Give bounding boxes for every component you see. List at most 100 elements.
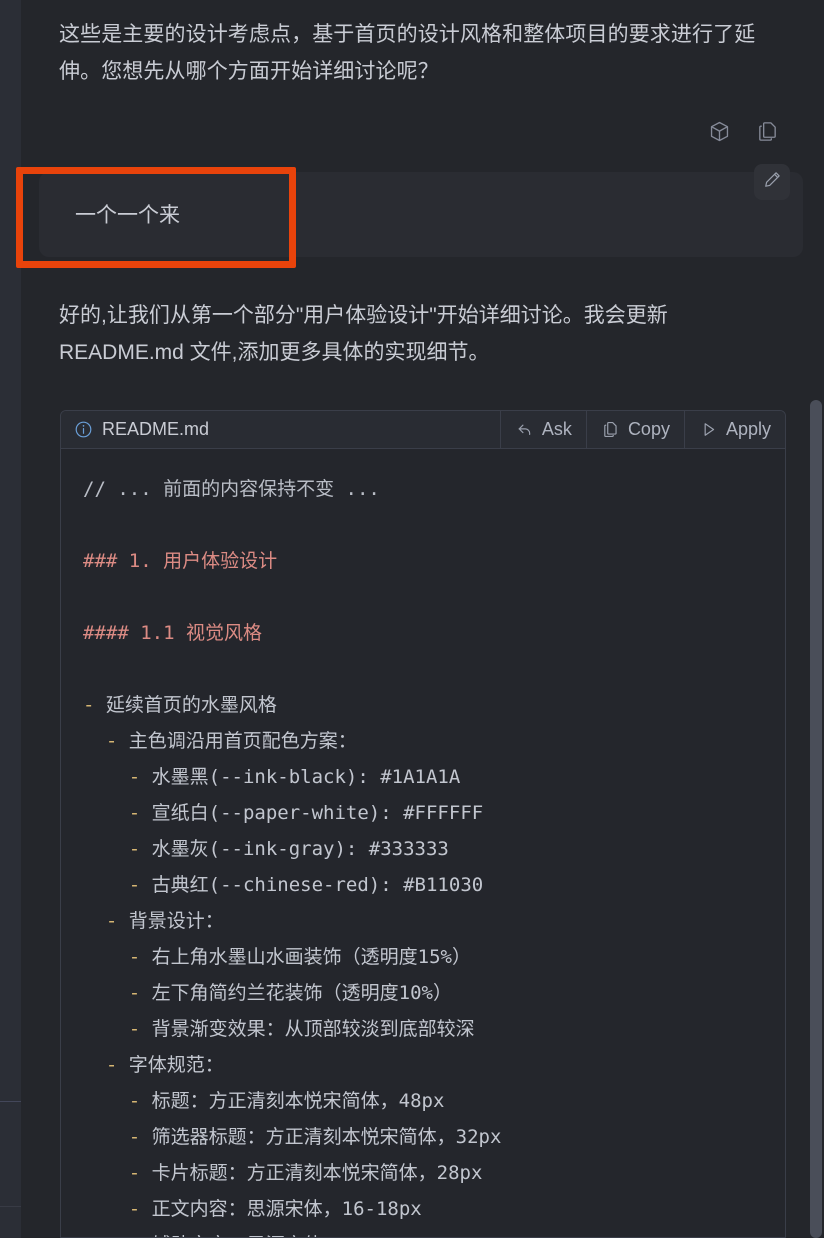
- markdown-bullet-text: 右上角水墨山水画装饰（透明度15%）: [151, 946, 471, 968]
- code-line: - 背景渐变效果：从顶部较淡到底部较深: [61, 1011, 785, 1047]
- markdown-bullet-dash: -: [83, 694, 106, 716]
- apply-button[interactable]: Apply: [683, 411, 785, 448]
- edit-message-button[interactable]: [754, 164, 790, 200]
- code-line: - 水墨灰(--ink-gray): #333333: [61, 831, 785, 867]
- markdown-bullet-text: 古典红(--chinese-red): #B11030: [151, 874, 484, 896]
- info-circle-icon: [74, 420, 93, 439]
- markdown-bullet-text: 背景渐变效果：从顶部较淡到底部较深: [151, 1018, 475, 1040]
- code-line: ### 1. 用户体验设计: [61, 543, 785, 579]
- code-comment: // ... 前面的内容保持不变 ...: [83, 478, 380, 500]
- markdown-bullet-text: 字体规范：: [128, 1054, 224, 1076]
- user-message-bubble[interactable]: 一个一个来: [39, 172, 803, 257]
- play-triangle-icon: [699, 420, 718, 439]
- markdown-bullet-dash: -: [128, 982, 152, 1004]
- assistant-reply-message: 好的,让我们从第一个部分"用户体验设计"开始详细讨论。我会更新 README.m…: [59, 304, 668, 364]
- markdown-bullet-dash: -: [128, 874, 152, 896]
- markdown-bullet-dash: -: [128, 1198, 152, 1220]
- markdown-bullet-dash: -: [105, 1054, 129, 1076]
- reply-arrow-icon: [515, 420, 534, 439]
- assistant-intro-message: 这些是主要的设计考虑点，基于首页的设计风格和整体项目的要求进行了延伸。您想先从哪…: [59, 23, 756, 83]
- markdown-heading: #### 1.1 视觉风格: [83, 622, 262, 644]
- markdown-bullet-text: 辅助文字：思源宋体，14: [152, 1234, 365, 1237]
- markdown-bullet-text: 背景设计：: [128, 910, 224, 932]
- code-line: - 标题：方正清刻本悦宋简体，48px: [61, 1083, 785, 1119]
- rail-divider-upper: [0, 1101, 21, 1102]
- markdown-bullet-dash: -: [128, 1090, 152, 1112]
- copy-icon[interactable]: [753, 117, 781, 145]
- markdown-bullet-text: 延续首页的水墨风格: [105, 694, 277, 716]
- markdown-bullet-dash: -: [128, 1018, 152, 1040]
- apply-button-label: Apply: [725, 419, 771, 439]
- code-line: - 背景设计：: [61, 903, 785, 939]
- vertical-scrollbar[interactable]: [808, 0, 824, 1238]
- markdown-bullet-dash: -: [128, 802, 152, 824]
- code-file-title: README.md: [61, 411, 500, 448]
- user-message-text: 一个一个来: [75, 204, 180, 227]
- markdown-bullet-dash: -: [128, 1126, 152, 1148]
- code-line: // ... 前面的内容保持不变 ...: [61, 471, 785, 507]
- code-block-body[interactable]: // ... 前面的内容保持不变 ... ### 1. 用户体验设计 #### …: [61, 449, 785, 1237]
- markdown-bullet-dash: -: [128, 838, 152, 860]
- ask-button-label: Ask: [541, 419, 572, 439]
- markdown-bullet-text: 卡片标题：方正清刻本悦宋简体，28px: [151, 1162, 483, 1184]
- markdown-bullet-text: 主色调沿用首页配色方案：: [128, 730, 357, 752]
- markdown-bullet-text: 左下角简约兰花装饰（透明度10%）: [151, 982, 452, 1004]
- cube-icon[interactable]: [705, 117, 733, 145]
- assistant-message-actions: [705, 117, 781, 145]
- code-line: - 主色调沿用首页配色方案：: [61, 723, 785, 759]
- scrollbar-thumb[interactable]: [810, 400, 822, 1238]
- code-line: - 字体规范：: [61, 1047, 785, 1083]
- pencil-icon: [763, 170, 782, 194]
- code-block-card: README.md Ask Copy Apply // ... 前面的内容保持不…: [60, 410, 786, 1238]
- user-message-row: 一个一个来: [21, 164, 803, 264]
- code-block-header: README.md Ask Copy Apply: [61, 411, 785, 449]
- markdown-bullet-dash: -: [128, 1162, 152, 1184]
- code-file-name: README.md: [102, 419, 210, 439]
- markdown-bullet-text: 筛选器标题：方正清刻本悦宋简体，32px: [151, 1126, 502, 1148]
- copy-button[interactable]: Copy: [585, 411, 684, 448]
- code-line: - 水墨黑(--ink-black): #1A1A1A: [61, 759, 785, 795]
- markdown-bullet-dash: -: [128, 766, 152, 788]
- left-edge-rail: [0, 0, 21, 1238]
- rail-divider-lower: [0, 1206, 21, 1207]
- code-line: - 左下角简约兰花装饰（透明度10%）: [61, 975, 785, 1011]
- markdown-bullet-text: 正文内容：思源宋体，16-18px: [151, 1198, 422, 1220]
- markdown-bullet-dash: -: [105, 730, 129, 752]
- code-line: - 筛选器标题：方正清刻本悦宋简体，32px: [61, 1119, 785, 1155]
- copy-icon: [601, 420, 620, 439]
- copy-button-label: Copy: [627, 419, 670, 439]
- code-line: - 右上角水墨山水画装饰（透明度15%）: [61, 939, 785, 975]
- code-line: #### 1.1 视觉风格: [61, 615, 785, 651]
- code-line: - 正文内容：思源宋体，16-18px: [61, 1191, 785, 1227]
- chat-column: 这些是主要的设计考虑点，基于首页的设计风格和整体项目的要求进行了延伸。您想先从哪…: [21, 0, 803, 1238]
- code-line: - 卡片标题：方正清刻本悦宋简体，28px: [61, 1155, 785, 1191]
- chat-panel-root: 这些是主要的设计考虑点，基于首页的设计风格和整体项目的要求进行了延伸。您想先从哪…: [0, 0, 824, 1238]
- markdown-heading: ### 1. 用户体验设计: [83, 550, 278, 572]
- markdown-bullet-text: 水墨灰(--ink-gray): #333333: [151, 838, 449, 860]
- markdown-bullet-dash: -: [129, 1234, 152, 1237]
- ask-button[interactable]: Ask: [499, 411, 586, 448]
- code-line: - 辅助文字：思源宋体，14: [61, 1227, 785, 1237]
- markdown-bullet-text: 水墨黑(--ink-black): #1A1A1A: [151, 766, 461, 788]
- code-line: - 古典红(--chinese-red): #B11030: [61, 867, 785, 903]
- code-line: - 宣纸白(--paper-white): #FFFFFF: [61, 795, 785, 831]
- markdown-bullet-text: 标题：方正清刻本悦宋简体，48px: [151, 1090, 445, 1112]
